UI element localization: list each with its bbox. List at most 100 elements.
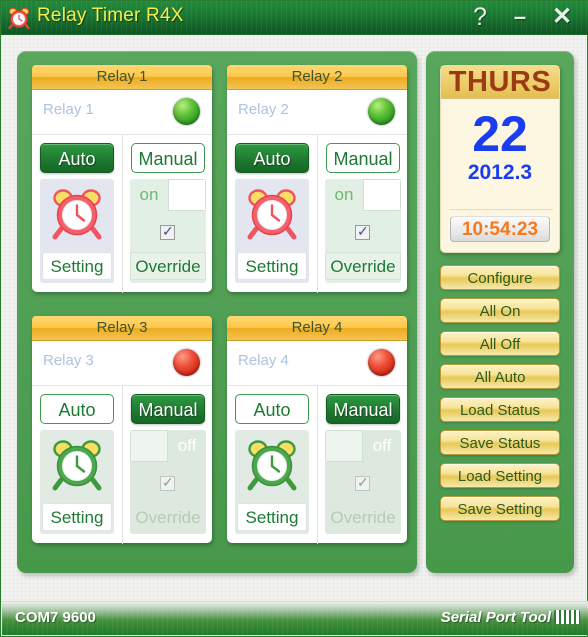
- relay-led-indicator: [368, 98, 395, 125]
- alarm-clock-icon-red: [48, 185, 106, 241]
- brand-label: Serial Port Tool: [441, 609, 580, 626]
- alarm-clock-icon-green: [48, 436, 106, 492]
- check-icon: ✓: [162, 223, 174, 239]
- relay-card-header: Relay 2: [227, 65, 407, 90]
- load-setting-button[interactable]: Load Setting: [440, 463, 560, 488]
- brand-mark-icon: [554, 610, 580, 624]
- save-status-button[interactable]: Save Status: [440, 430, 560, 455]
- close-button[interactable]: ✕: [547, 3, 577, 33]
- manual-mode-button[interactable]: Manual: [131, 394, 205, 424]
- title-bar: Relay Timer R4X ? – ✕: [1, 1, 588, 35]
- toggle-knob: [168, 179, 206, 211]
- relay-controls: Auto: [32, 385, 212, 544]
- auto-mode-button[interactable]: Auto: [40, 394, 114, 424]
- setting-box: Setting: [40, 179, 114, 283]
- brand-text: Serial Port Tool: [440, 609, 551, 626]
- date-time-card: THURS 22 2012.3 10:54:23: [440, 65, 560, 253]
- toggle-label: off: [372, 436, 392, 455]
- override-checkbox[interactable]: ✓: [355, 474, 370, 491]
- override-button[interactable]: Override: [325, 252, 401, 280]
- day-of-week-label: THURS: [441, 66, 559, 99]
- toggle-knob: [325, 430, 363, 462]
- relay-controls: Auto: [227, 134, 407, 293]
- alarm-clock-icon-green: [243, 436, 301, 492]
- relay-card-1: Relay 1 Relay 1 Auto Setting Manual on ✓…: [32, 65, 212, 293]
- on-off-toggle[interactable]: off: [130, 430, 206, 462]
- override-button[interactable]: Override: [130, 252, 206, 280]
- relay-auto-column: Auto Setting: [32, 135, 121, 293]
- auto-mode-button[interactable]: Auto: [235, 143, 309, 173]
- year-month-label: 2012.3: [467, 161, 533, 184]
- configure-button[interactable]: Configure: [440, 265, 560, 290]
- relay-led-indicator: [173, 98, 200, 125]
- relay-auto-column: Auto Setting: [227, 386, 316, 544]
- divider: [449, 209, 553, 210]
- relay-led-indicator: [368, 349, 395, 376]
- toggle-knob: [130, 430, 168, 462]
- check-icon: ✓: [357, 474, 369, 490]
- all-off-button[interactable]: All Off: [440, 331, 560, 356]
- relay-card-header: Relay 1: [32, 65, 212, 90]
- on-off-toggle[interactable]: on: [325, 179, 401, 211]
- override-button[interactable]: Override: [325, 503, 401, 531]
- setting-button[interactable]: Setting: [42, 503, 112, 531]
- relay-auto-column: Auto Setting: [32, 386, 121, 544]
- setting-box: Setting: [235, 179, 309, 283]
- manual-mode-button[interactable]: Manual: [326, 394, 400, 424]
- all-auto-button[interactable]: All Auto: [440, 364, 560, 389]
- alarm-clock-icon-red: [243, 185, 301, 241]
- relay-status-row: Relay 4: [227, 341, 407, 385]
- relay-card-4: Relay 4 Relay 4 Auto Setting Manual off …: [227, 316, 407, 544]
- load-status-button[interactable]: Load Status: [440, 397, 560, 422]
- relay-controls: Auto: [32, 134, 212, 293]
- relay-manual-column: Manual on ✓ Override: [122, 135, 212, 293]
- content-area: Relay 1 Relay 1 Auto Setting Manual on ✓…: [1, 36, 588, 601]
- check-icon: ✓: [357, 223, 369, 239]
- manual-mode-button[interactable]: Manual: [326, 143, 400, 173]
- app-window: Relay Timer R4X ? – ✕ Relay 1 Relay 1 Au…: [0, 0, 588, 637]
- setting-box: Setting: [40, 430, 114, 534]
- minimize-button[interactable]: –: [505, 3, 535, 33]
- relay-status-row: Relay 2: [227, 90, 407, 134]
- clock-time-display: 10:54:23: [450, 216, 550, 242]
- on-off-toggle[interactable]: on: [130, 179, 206, 211]
- relay-manual-column: Manual on ✓ Override: [317, 135, 407, 293]
- override-box: on ✓ Override: [130, 179, 206, 283]
- side-panel: THURS 22 2012.3 10:54:23 Configure All O…: [426, 51, 574, 573]
- relay-grid-panel: Relay 1 Relay 1 Auto Setting Manual on ✓…: [17, 51, 417, 573]
- override-checkbox[interactable]: ✓: [160, 474, 175, 491]
- relay-card-2: Relay 2 Relay 2 Auto Setting Manual on ✓…: [227, 65, 407, 293]
- toggle-knob: [363, 179, 401, 211]
- relay-auto-column: Auto Setting: [227, 135, 316, 293]
- auto-mode-button[interactable]: Auto: [235, 394, 309, 424]
- override-box: off ✓ Override: [130, 430, 206, 534]
- relay-card-header: Relay 3: [32, 316, 212, 341]
- override-checkbox[interactable]: ✓: [160, 223, 175, 240]
- toggle-label: on: [139, 185, 159, 204]
- setting-button[interactable]: Setting: [237, 252, 307, 280]
- toggle-label: on: [334, 185, 354, 204]
- relay-name-label: Relay 2: [238, 101, 289, 118]
- relay-controls: Auto: [227, 385, 407, 544]
- on-off-toggle[interactable]: off: [325, 430, 401, 462]
- relay-status-row: Relay 1: [32, 90, 212, 134]
- help-button[interactable]: ?: [465, 3, 495, 33]
- relay-name-label: Relay 4: [238, 352, 289, 369]
- relay-status-row: Relay 3: [32, 341, 212, 385]
- day-number-label: 22: [472, 106, 528, 162]
- override-button[interactable]: Override: [130, 503, 206, 531]
- check-icon: ✓: [162, 474, 174, 490]
- toggle-label: off: [177, 436, 197, 455]
- setting-box: Setting: [235, 430, 309, 534]
- override-checkbox[interactable]: ✓: [355, 223, 370, 240]
- relay-manual-column: Manual off ✓ Override: [317, 386, 407, 544]
- relay-manual-column: Manual off ✓ Override: [122, 386, 212, 544]
- setting-button[interactable]: Setting: [237, 503, 307, 531]
- save-setting-button[interactable]: Save Setting: [440, 496, 560, 521]
- relay-card-3: Relay 3 Relay 3 Auto Setting Manual off …: [32, 316, 212, 544]
- auto-mode-button[interactable]: Auto: [40, 143, 114, 173]
- all-on-button[interactable]: All On: [440, 298, 560, 323]
- override-box: on ✓ Override: [325, 179, 401, 283]
- setting-button[interactable]: Setting: [42, 252, 112, 280]
- manual-mode-button[interactable]: Manual: [131, 143, 205, 173]
